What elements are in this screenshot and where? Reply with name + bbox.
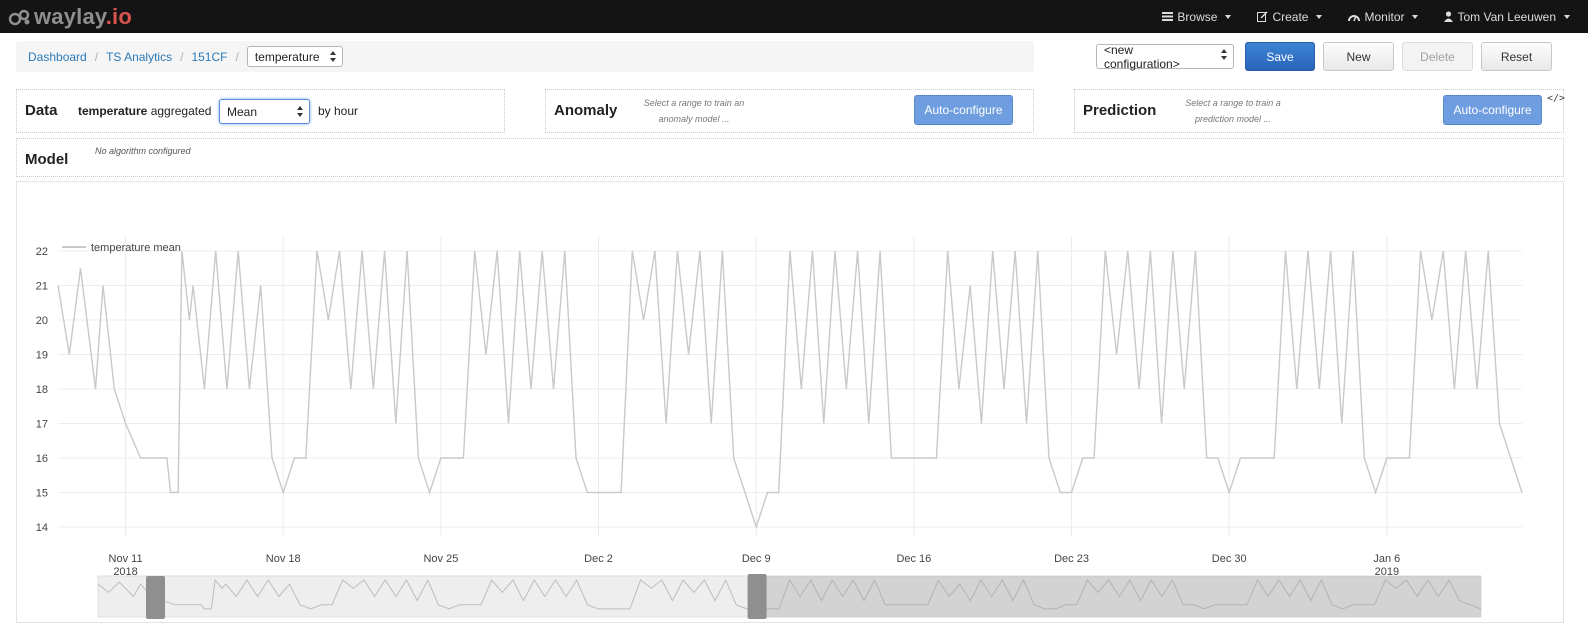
y-tick-label: 20 <box>36 315 48 327</box>
navigator-left-handle <box>146 576 165 619</box>
x-tick-label: Nov 11 <box>109 553 143 565</box>
y-tick-label: 19 <box>36 350 48 362</box>
y-tick-label: 21 <box>36 281 48 293</box>
x-tick-label: Jan 6 <box>1373 553 1400 565</box>
navigator-right-handle <box>747 574 767 619</box>
y-tick-label: 22 <box>36 246 48 258</box>
x-tick-label: Dec 2 <box>584 553 613 565</box>
y-tick-label: 15 <box>36 488 48 500</box>
x-tick-label: Dec 9 <box>742 553 771 565</box>
y-tick-label: 17 <box>36 419 48 431</box>
x-tick-label: Dec 30 <box>1212 553 1247 565</box>
y-tick-label: 18 <box>36 384 48 396</box>
x-tick-label: Dec 16 <box>896 553 931 565</box>
x-tick-label: Nov 25 <box>423 553 458 565</box>
x-tick-label: Nov 18 <box>266 553 301 565</box>
y-tick-label: 16 <box>36 453 48 465</box>
legend-entry: temperature mean <box>91 242 181 254</box>
temperature-chart[interactable]: 141516171819202122Nov 112018Nov 18 Nov 25… <box>0 0 1588 636</box>
y-tick-label: 14 <box>36 522 48 534</box>
x-tick-label: Dec 23 <box>1054 553 1089 565</box>
navigator-unselected-mask <box>757 576 1481 617</box>
